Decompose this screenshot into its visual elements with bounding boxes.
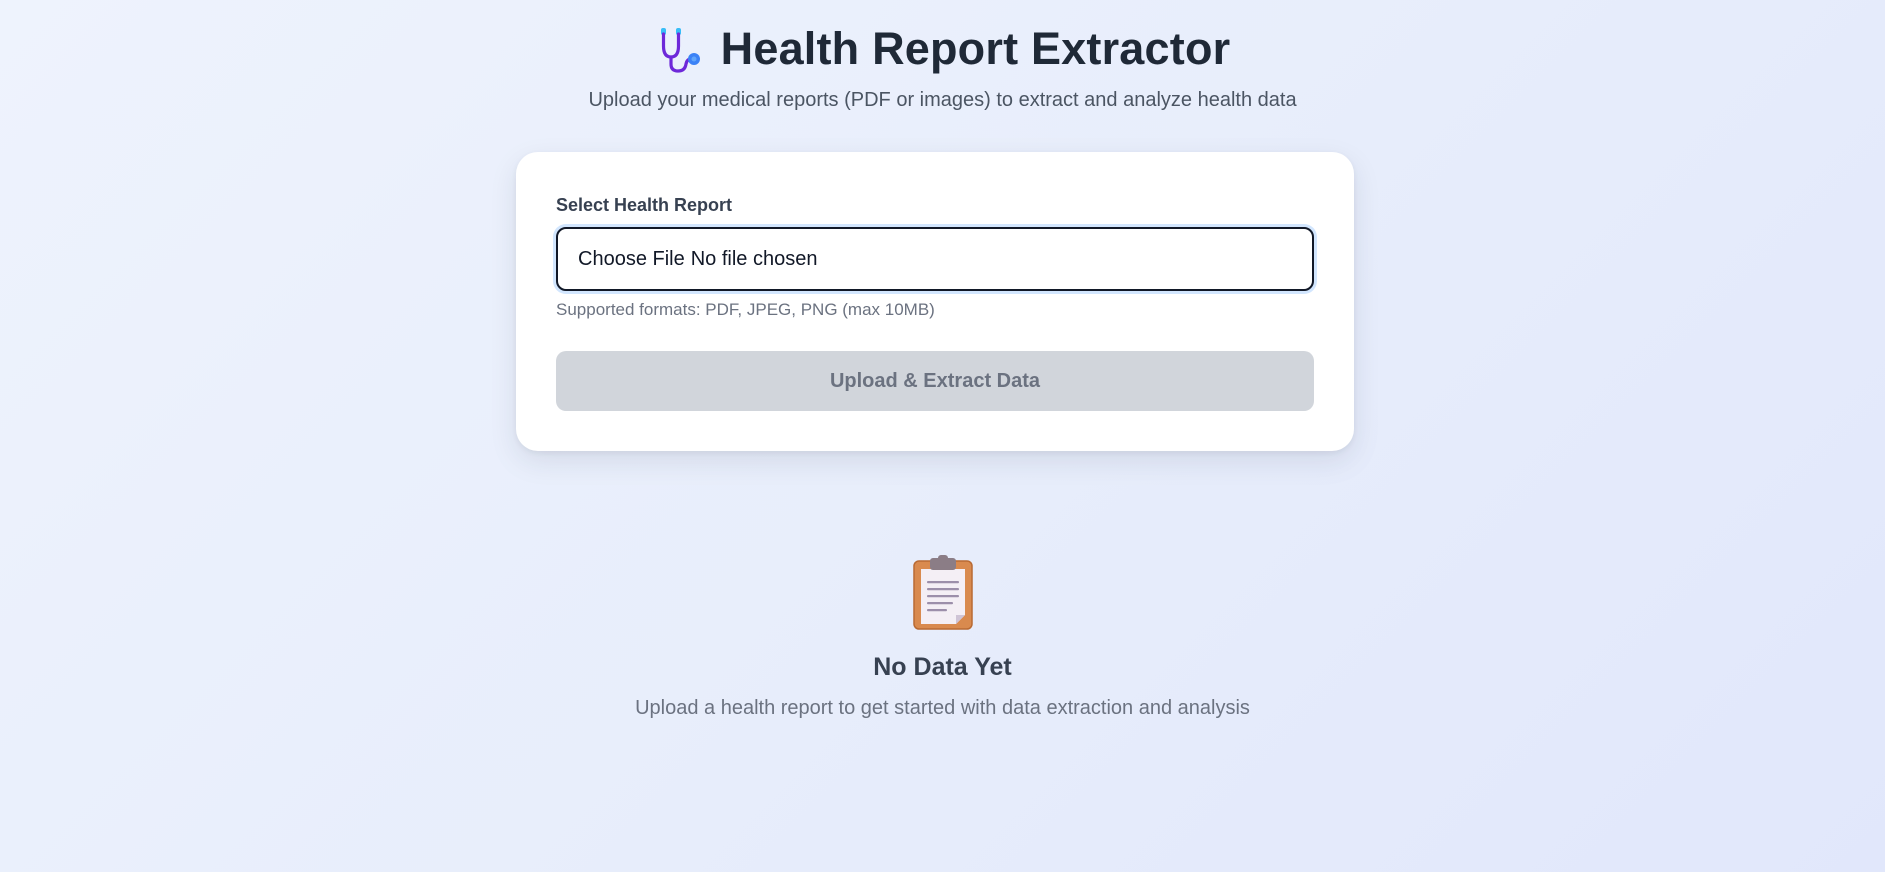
stethoscope-icon xyxy=(655,26,703,74)
app-root: Health Report Extractor Upload your medi… xyxy=(0,0,1885,872)
page-header: Health Report Extractor Upload your medi… xyxy=(0,22,1885,114)
empty-state: No Data Yet Upload a health report to ge… xyxy=(0,555,1885,721)
empty-state-title: No Data Yet xyxy=(873,653,1012,681)
supported-formats-text: Supported formats: PDF, JPEG, PNG (max 1… xyxy=(556,300,935,319)
page-subtitle: Upload your medical reports (PDF or imag… xyxy=(588,89,1297,111)
select-report-label: Select Health Report xyxy=(556,195,733,215)
title-row: Health Report Extractor xyxy=(0,22,1885,76)
upload-extract-button[interactable]: Upload & Extract Data xyxy=(556,351,1314,411)
upload-card: Select Health Report Choose File No file… xyxy=(516,152,1354,451)
file-status-text: No file chosen xyxy=(690,247,818,270)
file-input[interactable]: Choose File No file chosen xyxy=(556,227,1314,291)
clipboard-icon xyxy=(912,555,974,631)
empty-state-description: Upload a health report to get started wi… xyxy=(635,697,1250,719)
page-title: Health Report Extractor xyxy=(720,23,1231,74)
choose-file-button[interactable]: Choose File xyxy=(578,248,685,271)
